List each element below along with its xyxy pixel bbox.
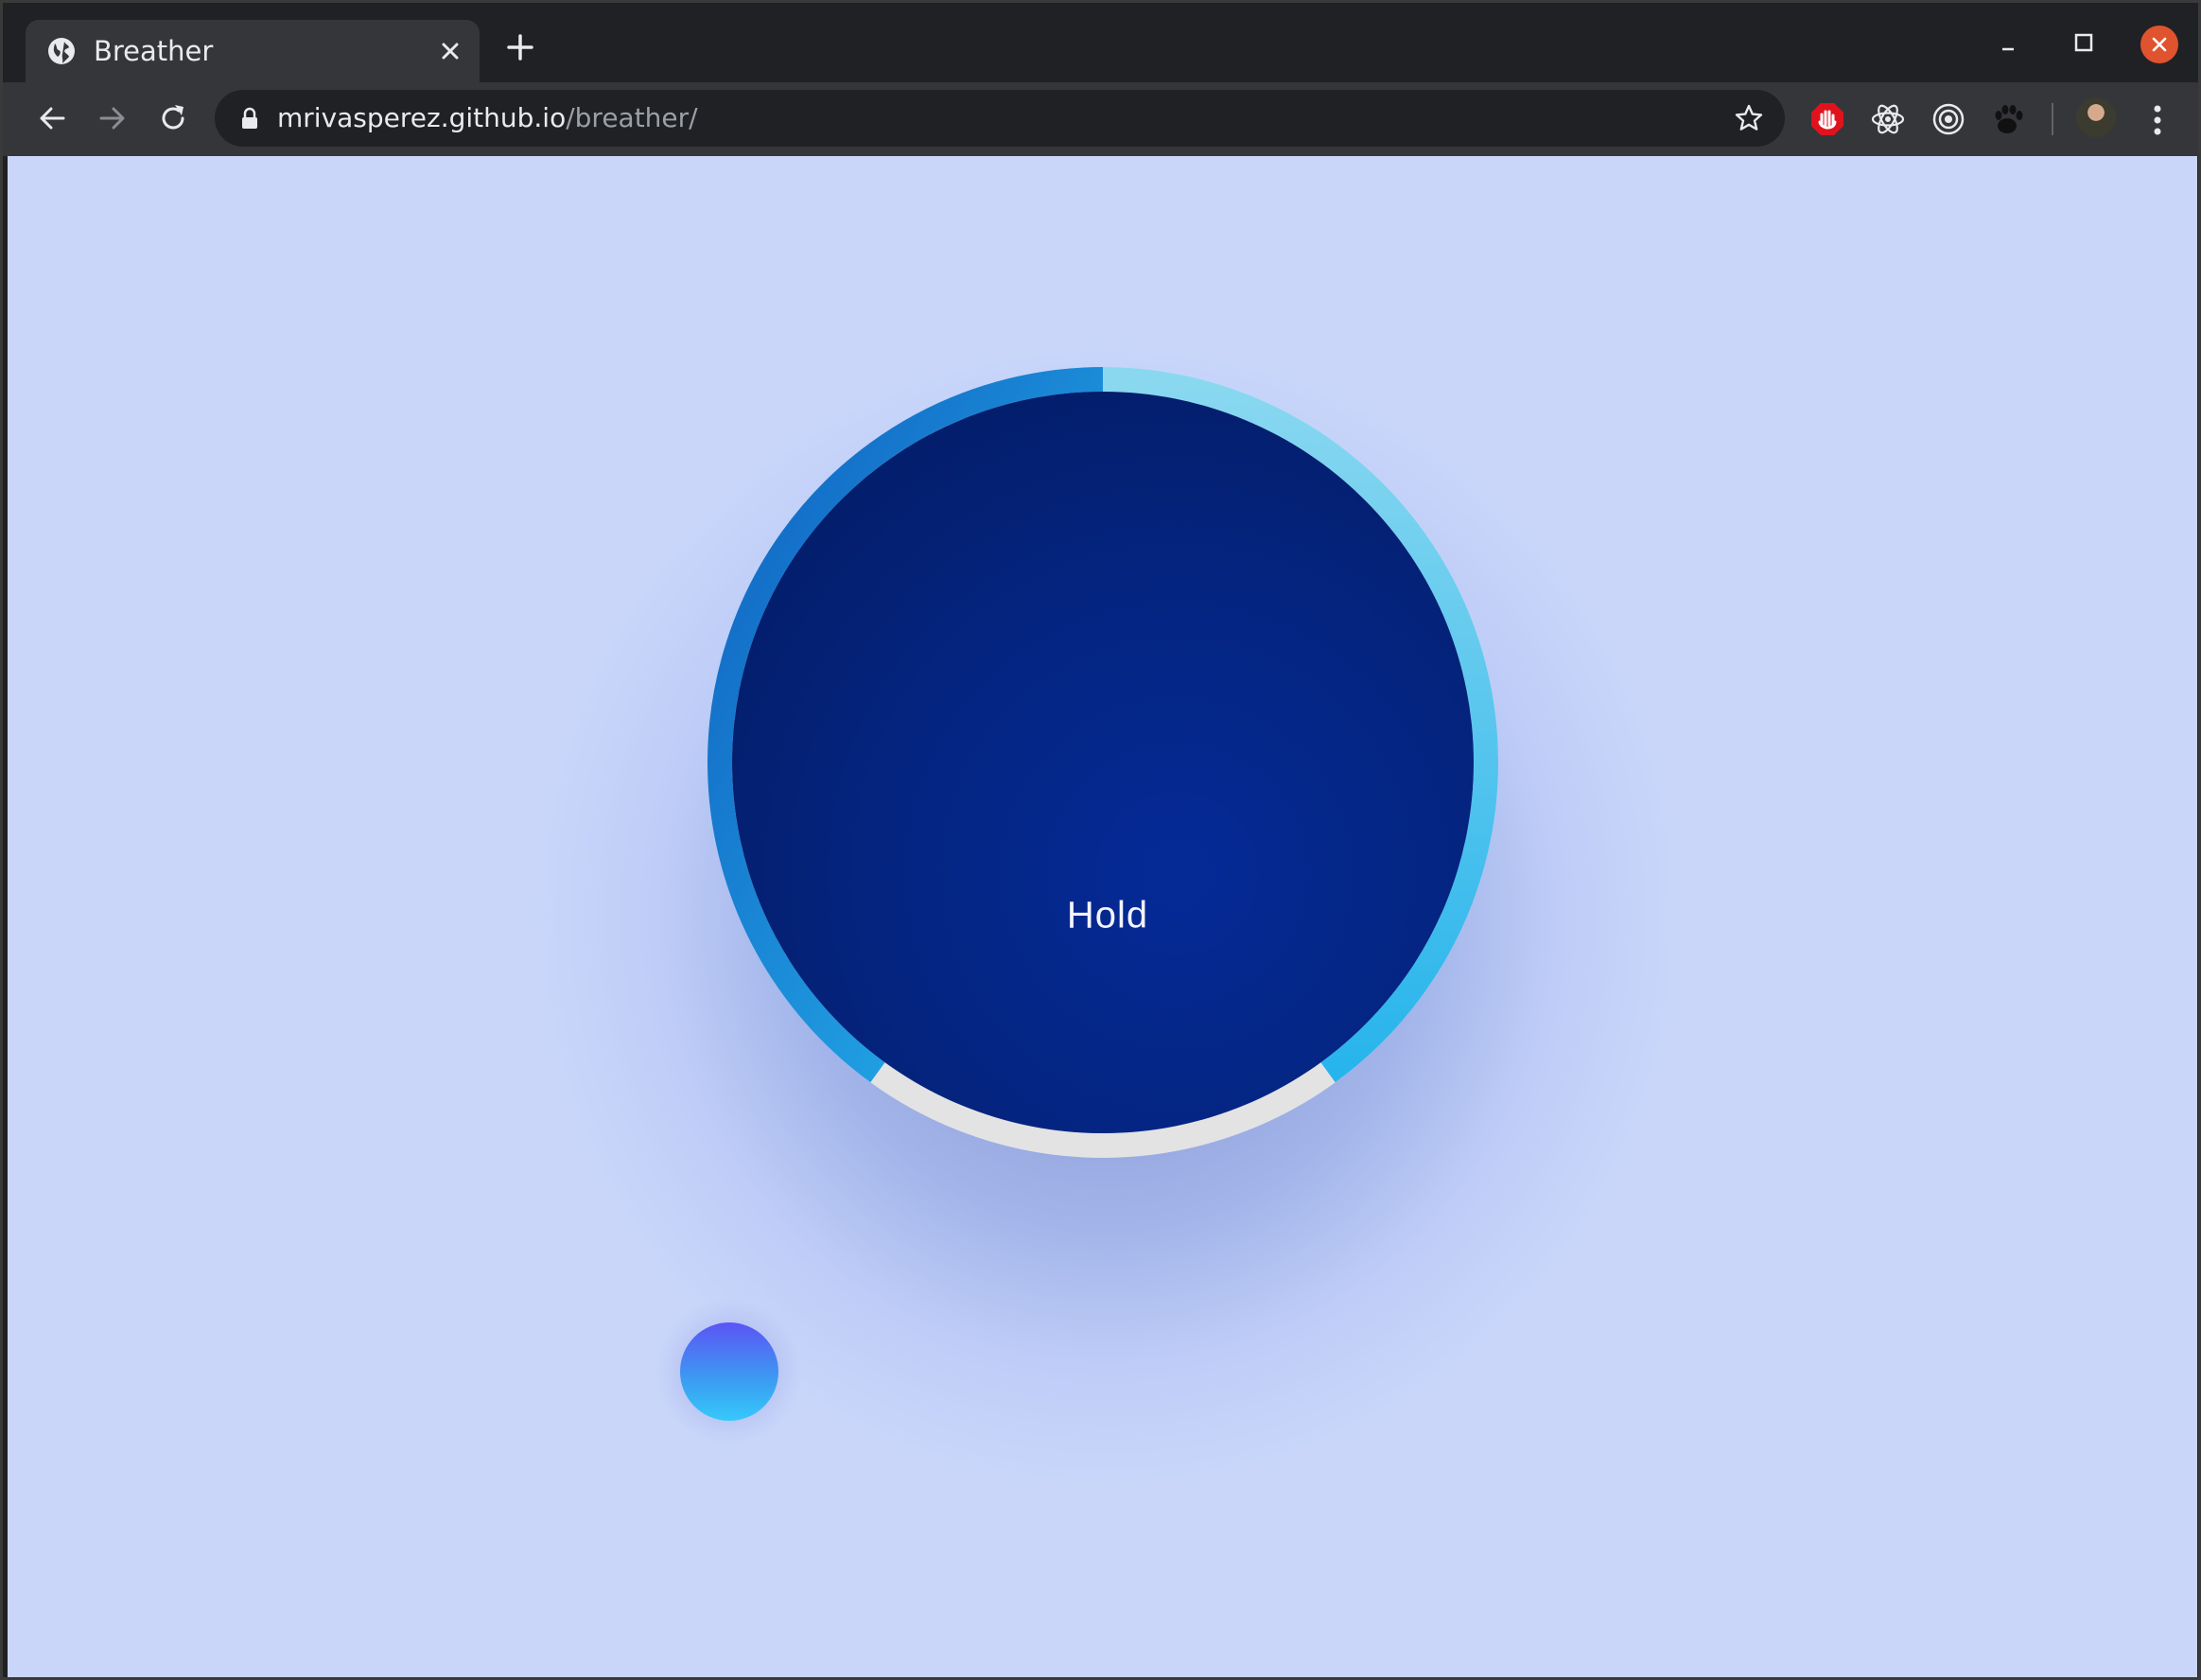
- kebab-menu-icon[interactable]: [2140, 101, 2175, 139]
- inner-circle: [732, 392, 1474, 1133]
- toolbar: mrivasperez.github.io/breather/: [3, 82, 2198, 156]
- paw-icon[interactable]: [1991, 101, 2027, 137]
- window-close-button[interactable]: [2140, 26, 2178, 63]
- minimize-icon[interactable]: [1989, 24, 2027, 61]
- close-icon[interactable]: [434, 35, 466, 67]
- arrow-left-icon[interactable]: [33, 99, 71, 137]
- url-host: mrivasperez.github.io: [277, 102, 567, 133]
- avatar[interactable]: [2076, 97, 2116, 137]
- indicator-ball[interactable]: [680, 1322, 778, 1421]
- toolbar-divider: [2052, 103, 2053, 135]
- lock-icon[interactable]: [239, 107, 260, 130]
- close-icon: [2152, 37, 2167, 52]
- tab-breather[interactable]: Breather: [26, 20, 480, 82]
- ublock-icon[interactable]: [1809, 101, 1845, 137]
- plus-icon[interactable]: [504, 31, 536, 63]
- tab-title: Breather: [94, 35, 214, 67]
- reload-icon[interactable]: [154, 99, 192, 137]
- browser-window: Breather mrivasperez.github.io/breather/…: [0, 0, 2201, 1680]
- target-icon[interactable]: [1930, 101, 1966, 137]
- react-icon[interactable]: [1870, 101, 1906, 137]
- globe-icon: [48, 38, 75, 64]
- phase-label: Hold: [1066, 894, 1149, 936]
- star-icon[interactable]: [1734, 103, 1764, 133]
- page-viewport: Hold: [8, 156, 2197, 1677]
- address-bar[interactable]: mrivasperez.github.io/breather/: [215, 90, 1785, 147]
- tab-strip: Breather: [3, 3, 2198, 82]
- url-text[interactable]: mrivasperez.github.io/breather/: [277, 100, 698, 136]
- url-path: /breather/: [566, 102, 698, 133]
- arrow-right-icon[interactable]: [94, 99, 131, 137]
- maximize-icon[interactable]: [2065, 24, 2103, 61]
